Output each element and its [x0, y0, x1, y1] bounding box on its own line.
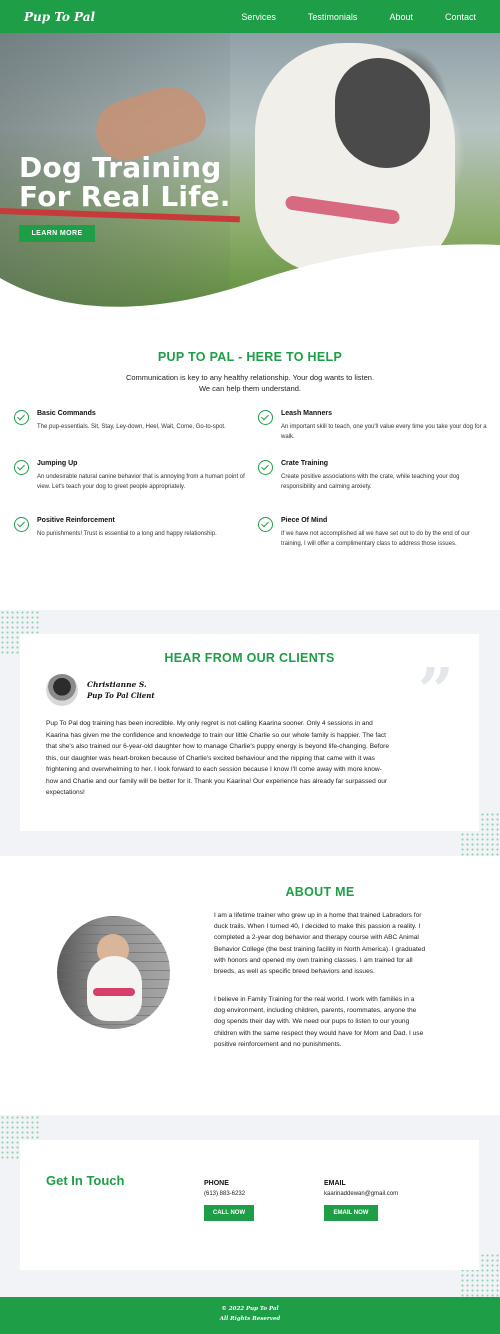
help-section-subtitle: Communication is key to any healthy rela… — [0, 372, 500, 394]
feature-description: An undesirable natural canine behavior t… — [37, 474, 245, 490]
feature-title: Leash Manners — [281, 410, 332, 417]
check-circle-icon — [14, 410, 29, 425]
about-paragraph-2: I believe in Family Training for the rea… — [214, 996, 424, 1048]
nav-link-services[interactable]: Services — [241, 12, 276, 22]
check-circle-icon — [14, 460, 29, 475]
client-role: Pup To Pal Client — [87, 691, 155, 700]
feature-title: Crate Training — [281, 460, 329, 467]
footer-rights: All Rights Reserved — [219, 1316, 281, 1322]
testimonial-text: Pup To Pal dog training has been incredi… — [46, 720, 390, 796]
quote-icon: ” — [418, 654, 454, 727]
hero-wave-divider — [0, 244, 500, 308]
contact-title: Get In Touch — [46, 1173, 125, 1188]
feature-title: Jumping Up — [37, 460, 78, 467]
client-avatar — [46, 674, 78, 706]
feature-title: Basic Commands — [37, 410, 96, 417]
nav-link-contact[interactable]: Contact — [445, 12, 476, 22]
feature-description: No punishments! Trust is essential to a … — [37, 531, 217, 537]
feature-title: Positive Reinforcement — [37, 517, 115, 524]
email-now-button[interactable]: EMAIL NOW — [324, 1205, 378, 1221]
feature-description: The pup-essentials. Sit, Stay, Ley-down,… — [37, 424, 226, 430]
check-circle-icon — [258, 460, 273, 475]
top-navbar: Pup To Pal Services Testimonials About C… — [0, 0, 500, 33]
nav-links: Services Testimonials About Contact — [241, 12, 476, 22]
email-label: EMAIL — [324, 1180, 346, 1187]
email-address[interactable]: kaarinaddewan@gmail.com — [324, 1191, 398, 1197]
about-title: ABOUT ME — [285, 885, 355, 899]
phone-label: PHONE — [204, 1180, 229, 1187]
call-now-button[interactable]: CALL NOW — [204, 1205, 254, 1221]
about-paragraph-1: I am a lifetime trainer who grew up in a… — [214, 912, 426, 976]
check-circle-icon — [258, 517, 273, 532]
nav-link-testimonials[interactable]: Testimonials — [308, 12, 358, 22]
testimonials-title: HEAR FROM OUR CLIENTS — [164, 651, 335, 665]
footer-copyright: © 2022 Pup To Pal — [221, 1306, 279, 1312]
feature-description: If we have not accomplished all we have … — [281, 531, 470, 547]
feature-description: An important skill to teach, one you'll … — [281, 424, 487, 440]
feature-description: Create positive associations with the cr… — [281, 474, 460, 490]
nav-link-about[interactable]: About — [389, 12, 413, 22]
help-subtitle-line2: We can help them understand. — [198, 384, 301, 393]
check-circle-icon — [258, 410, 273, 425]
help-subtitle-line1: Communication is key to any healthy rela… — [125, 373, 375, 382]
site-logo[interactable]: Pup To Pal — [24, 10, 95, 24]
feature-title: Piece Of Mind — [281, 517, 328, 524]
trainer-photo — [57, 916, 170, 1029]
help-section-title: PUP TO PAL - HERE TO HELP — [157, 350, 343, 364]
photo-harness — [93, 988, 135, 996]
client-name: Christianne S. — [87, 680, 147, 689]
phone-number[interactable]: (613) 883-6232 — [204, 1191, 245, 1197]
check-circle-icon — [14, 517, 29, 532]
